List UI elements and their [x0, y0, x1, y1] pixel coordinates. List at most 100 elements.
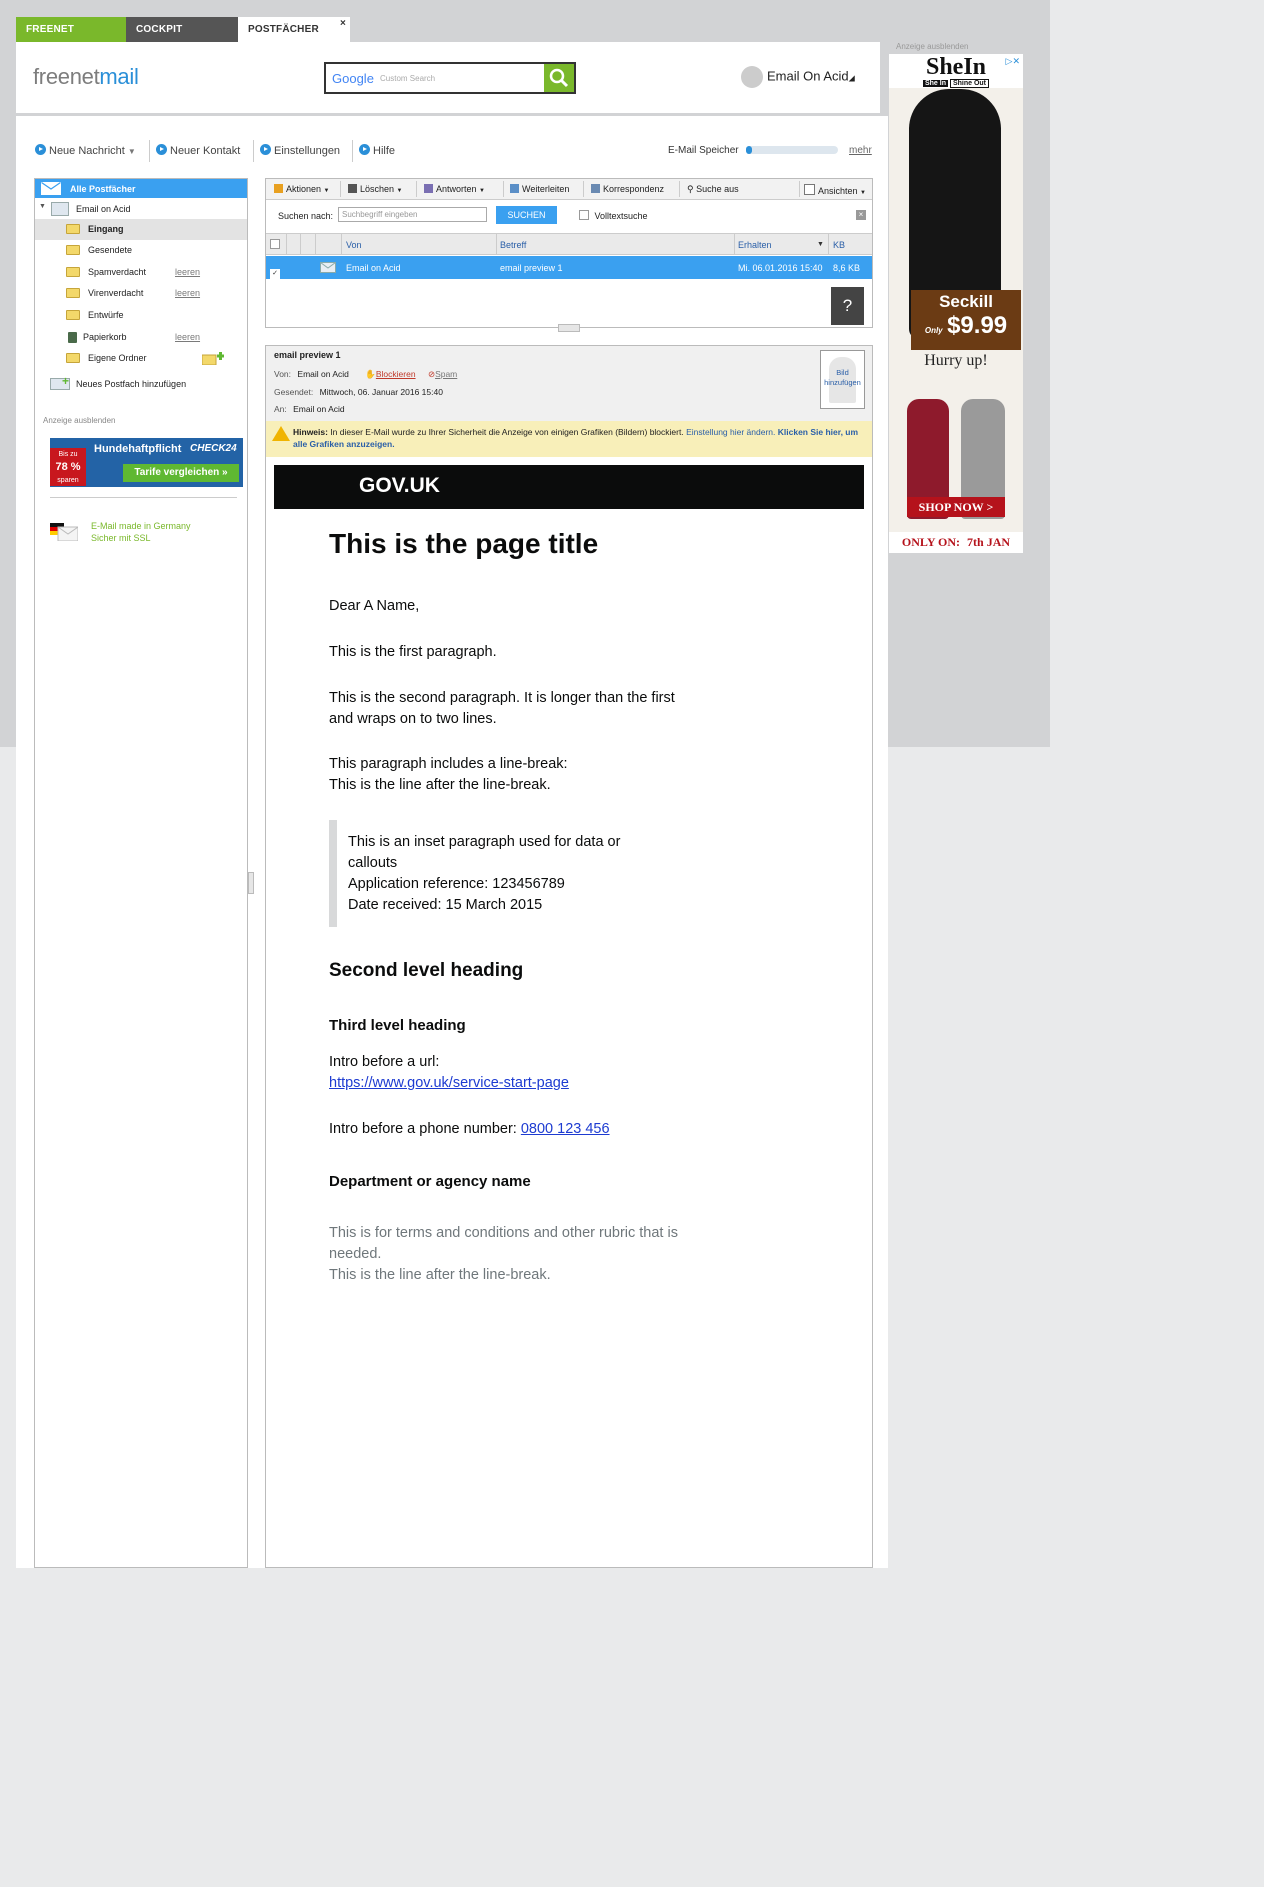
search-button[interactable]: [544, 64, 574, 92]
actions-label: Aktionen: [286, 184, 322, 194]
folder-entwuerfe[interactable]: Entwürfe: [35, 305, 247, 326]
sort-desc-icon: ▼: [817, 241, 824, 248]
empty-folder-link[interactable]: leeren: [175, 327, 200, 348]
adchoices-icon[interactable]: ▷✕: [1006, 56, 1020, 67]
email-paragraph-linebreak: This paragraph includes a line-break: Th…: [329, 754, 709, 796]
folder-spamverdacht[interactable]: Spamverdacht leeren: [35, 262, 247, 283]
new-contact-button[interactable]: Neuer Kontakt: [156, 144, 240, 157]
compare-rates-button[interactable]: Tarife vergleichen »: [123, 464, 239, 482]
account-item[interactable]: ▼ Email on Acid: [35, 199, 247, 219]
tab-cockpit[interactable]: COCKPIT: [126, 17, 238, 42]
help-question-button[interactable]: ?: [831, 287, 864, 325]
check24-ad[interactable]: Bis zu 78 % sparen Hundehaftpflicht CHEC…: [50, 438, 243, 487]
all-mailboxes-label: Alle Postfächer: [70, 184, 136, 194]
sent-value: Mittwoch, 06. Januar 2016 15:40: [319, 387, 443, 397]
shop-now-button[interactable]: SHOP NOW >: [907, 497, 1005, 517]
folder-label: Entwürfe: [88, 310, 124, 320]
column-subject[interactable]: Betreff: [500, 240, 526, 250]
magnifier-icon: ⚲: [687, 184, 694, 194]
views-button[interactable]: Ansichten ▼: [804, 184, 866, 196]
sale-date: 7th JAN: [967, 535, 1011, 549]
sent-label: Gesendet:: [274, 387, 314, 397]
table-row[interactable]: ✓ Email on Acid email preview 1 Mi. 06.0…: [266, 256, 872, 279]
flag-icon: [274, 184, 283, 193]
new-contact-label: Neuer Kontakt: [170, 145, 241, 157]
made-in-germany[interactable]: E-Mail made in Germany Sicher mit SSL: [91, 520, 191, 544]
folder-label: Papierkorb: [83, 332, 127, 342]
envelope-icon: [320, 260, 336, 275]
add-mailbox-button[interactable]: + Neues Postfach hinzufügen: [50, 374, 240, 394]
shein-brand: SheIn: [925, 54, 987, 80]
inset-bar: [329, 820, 337, 927]
tab-postfaecher[interactable]: POSTFÄCHER ×: [238, 17, 350, 42]
help-button[interactable]: Hilfe: [359, 144, 395, 157]
select-all-checkbox[interactable]: [270, 239, 280, 250]
germany-mail-icon: [50, 523, 79, 542]
badge-top: Bis zu: [58, 451, 78, 458]
freenetmail-logo[interactable]: freenetmail: [33, 64, 139, 90]
reply-button[interactable]: Antworten ▼: [424, 184, 485, 194]
folder-label: Gesendete: [88, 245, 133, 255]
delete-button[interactable]: Löschen ▼: [348, 184, 403, 194]
new-message-button[interactable]: Neue Nachricht ▼: [35, 144, 136, 157]
column-size[interactable]: KB: [833, 240, 845, 250]
add-picture-button[interactable]: Bild hinzufügen: [820, 350, 865, 409]
actions-button[interactable]: Aktionen ▼: [274, 184, 330, 194]
more-link[interactable]: mehr: [849, 145, 872, 156]
search-submit-button[interactable]: SUCHEN: [496, 206, 557, 224]
forward-button[interactable]: Weiterleiten: [510, 184, 569, 194]
hide-ad-link[interactable]: Anzeige ausblenden: [896, 42, 969, 51]
block-label: Blockieren: [375, 369, 416, 379]
settings-button[interactable]: Einstellungen: [260, 144, 340, 157]
search-off-button[interactable]: ⚲ Suche aus: [687, 184, 739, 195]
empty-folder-link[interactable]: leeren: [175, 262, 200, 283]
hide-ad-link[interactable]: Anzeige ausblenden: [43, 416, 116, 425]
correspondence-button[interactable]: Korrespondenz: [591, 184, 664, 194]
play-icon: [359, 144, 370, 155]
terms-line: This is for terms and conditions and oth…: [329, 1225, 678, 1262]
empty-folder-link[interactable]: leeren: [175, 283, 200, 304]
change-settings-link[interactable]: Einstellung hier ändern.: [686, 427, 775, 437]
service-url-link[interactable]: https://www.gov.uk/service-start-page: [329, 1073, 709, 1094]
search-icon: [549, 68, 569, 88]
fulltext-checkbox[interactable]: Volltextsuche: [579, 210, 648, 221]
folder-gesendete[interactable]: Gesendete: [35, 240, 247, 261]
folder-eingang[interactable]: Eingang: [35, 219, 247, 240]
url-intro: Intro before a url:: [329, 1054, 440, 1070]
column-divider: [341, 234, 342, 255]
divider: [679, 181, 680, 197]
column-received[interactable]: Erhalten: [738, 240, 772, 250]
shein-ad[interactable]: SheIn She In Shine Out ▷✕ Seckill Only $…: [889, 54, 1023, 553]
add-folder-icon[interactable]: [201, 351, 224, 373]
folder-virenverdacht[interactable]: Virenverdacht leeren: [35, 283, 247, 304]
close-icon[interactable]: ×: [340, 11, 346, 36]
pane-resize-handle[interactable]: [558, 324, 580, 332]
hand-icon: ✋: [365, 369, 376, 379]
google-search-box[interactable]: Google Custom Search: [324, 62, 576, 94]
close-search-icon[interactable]: ×: [856, 210, 866, 220]
govuk-logo[interactable]: GOV.UK: [359, 474, 440, 498]
badge-value: 78 %: [55, 461, 81, 473]
tab-freenet[interactable]: FREENET: [16, 17, 126, 42]
play-icon: [35, 144, 46, 155]
to-value: Email on Acid: [293, 404, 345, 414]
column-from[interactable]: Von: [346, 240, 362, 250]
preview-from-line: Von: Email on Acid ✋Blockieren ⊘Spam: [274, 369, 457, 380]
all-mailboxes[interactable]: Alle Postfächer: [35, 179, 247, 198]
terms-line: This is the line after the line-break.: [329, 1267, 551, 1283]
only-on-banner: ONLY ON: 7th JAN: [889, 532, 1023, 553]
checked-icon: ✓: [270, 269, 280, 279]
price: $9.99: [947, 312, 1008, 339]
from-value[interactable]: Email on Acid: [297, 369, 349, 379]
folder-eigene-ordner[interactable]: Eigene Ordner: [35, 348, 247, 369]
block-button[interactable]: ✋Blockieren: [365, 369, 415, 379]
sidebar-resize-handle[interactable]: [248, 872, 254, 894]
add-mailbox-label: Neues Postfach hinzufügen: [76, 379, 187, 389]
user-menu[interactable]: Email On Acid◢: [741, 66, 855, 88]
phone-link[interactable]: 0800 123 456: [521, 1121, 610, 1137]
folder-papierkorb[interactable]: Papierkorb leeren: [35, 327, 247, 348]
row-subject: email preview 1: [500, 263, 563, 273]
correspondence-icon: [591, 184, 600, 193]
spam-button[interactable]: ⊘Spam: [428, 369, 457, 379]
search-input[interactable]: Suchbegriff eingeben: [338, 207, 487, 222]
